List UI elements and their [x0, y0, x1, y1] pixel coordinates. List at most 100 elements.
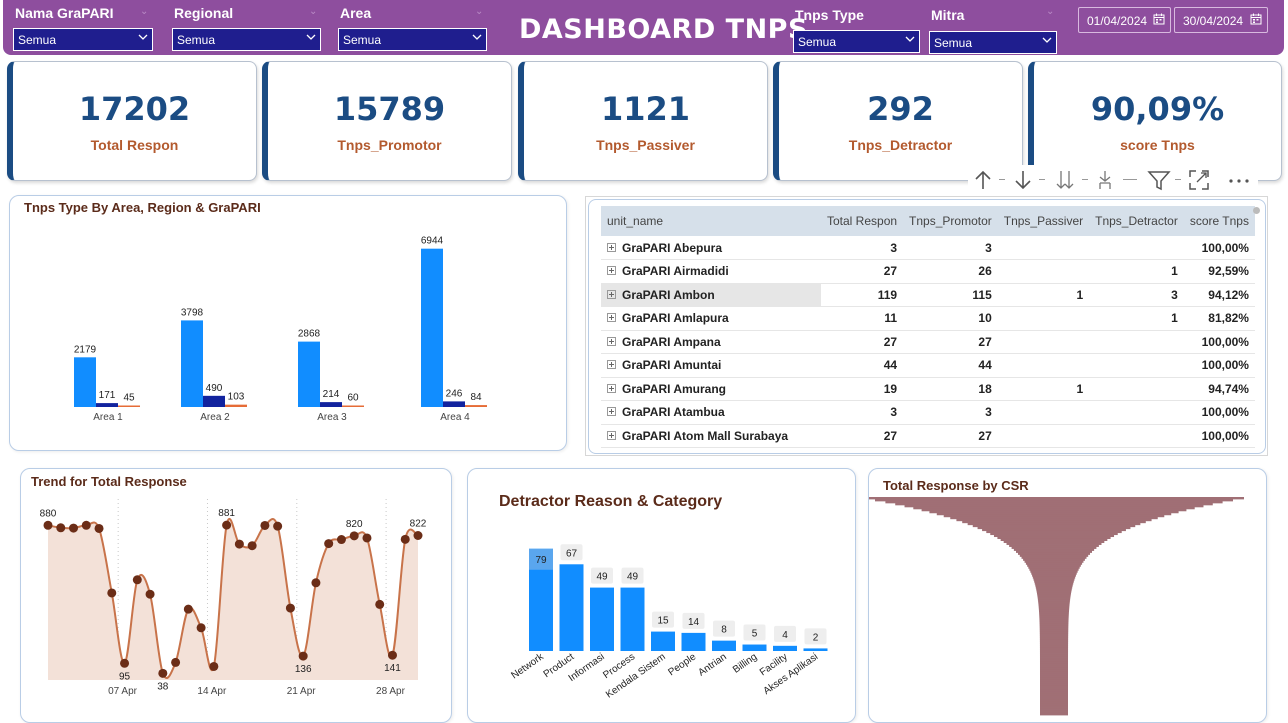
kpi-value: 17202	[78, 90, 191, 128]
toolbar-divider	[1082, 179, 1088, 180]
data-label: 4	[782, 630, 788, 641]
table-row[interactable]: GraPARI Atambua 3 3 100,00%	[601, 400, 1255, 425]
table-cell: 100,00%	[1183, 236, 1255, 260]
regional-dropdown[interactable]: Semua	[172, 28, 321, 51]
bar	[590, 587, 614, 651]
expand-plus-icon[interactable]	[607, 360, 616, 370]
area-dropdown[interactable]: Semua	[338, 28, 487, 51]
expand-hierarchy-icon[interactable]	[1092, 167, 1118, 193]
expand-plus-icon[interactable]	[607, 407, 616, 417]
csr-bar	[1040, 713, 1068, 716]
table-row[interactable]: GraPARI Atom Mall Surabaya 27 27 100,00%	[601, 424, 1255, 448]
chevron-down-icon: ⌄	[1046, 6, 1055, 17]
trend-point	[107, 588, 117, 598]
table-cell: 44	[903, 353, 998, 378]
column-header[interactable]: Tnps_Detractor	[1089, 206, 1184, 236]
nama-grapari-dropdown[interactable]: Semua	[13, 28, 153, 51]
data-label: 3798	[181, 307, 204, 318]
table-cell: 100,00%	[1183, 400, 1255, 425]
unit-name-cell: GraPARI Amlapura	[601, 306, 821, 331]
expand-plus-icon[interactable]	[607, 430, 616, 440]
table-row[interactable]: GraPARI Airmadidi 27 26 1 92,59%	[601, 259, 1255, 284]
double-arrow-down-icon[interactable]	[1052, 167, 1078, 193]
unit-name-text: GraPARI Ampana	[622, 334, 721, 349]
x-tick-label: Area 3	[317, 412, 347, 423]
scrollbar-thumb[interactable]	[1253, 207, 1260, 214]
kpi-label: score Tnps	[1120, 137, 1195, 153]
csr-funnel-chart	[869, 497, 1244, 716]
table-cell: 1	[1089, 259, 1184, 284]
expand-plus-icon[interactable]	[607, 242, 616, 252]
calendar-icon[interactable]	[1250, 13, 1262, 25]
arrow-down-icon[interactable]	[1010, 167, 1036, 193]
table-cell: 11	[821, 306, 904, 331]
column-header[interactable]: Total Respon	[821, 206, 904, 236]
table-row[interactable]: GraPARI Abepura 3 3 100,00%	[601, 236, 1255, 260]
x-tick-label: Network	[509, 651, 546, 682]
trend-point	[69, 523, 79, 533]
point-label: 136	[295, 664, 312, 675]
trend-point	[132, 575, 142, 585]
data-label: 5	[752, 629, 758, 640]
more-options-icon[interactable]	[1226, 167, 1252, 193]
table-row[interactable]: GraPARI Amlapura 11 10 1 81,82%	[601, 306, 1255, 331]
table-cell	[1089, 424, 1184, 448]
end-date-input[interactable]: 30/04/2024	[1174, 7, 1268, 33]
column-header[interactable]: score Tnps	[1183, 206, 1255, 236]
filter-icon[interactable]	[1146, 167, 1172, 193]
trend-point	[324, 539, 334, 549]
table-cell: 3	[903, 400, 998, 425]
table-row[interactable]: GraPARI Ampana 27 27 100,00%	[601, 330, 1255, 354]
start-date-value: 01/04/2024	[1087, 14, 1148, 28]
start-date-input[interactable]: 01/04/2024	[1078, 7, 1171, 33]
expand-plus-icon[interactable]	[607, 313, 616, 323]
unit-name-text: GraPARI Amlapura	[622, 311, 729, 326]
kpi-label: Tnps_Passiver	[596, 137, 695, 153]
focus-mode-icon[interactable]	[1186, 167, 1212, 193]
kpi-card-promotor: 15789 Tnps_Promotor	[262, 61, 512, 181]
table-cell: 10	[903, 306, 998, 331]
column-header[interactable]: unit_name	[601, 206, 821, 236]
toolbar-divider	[999, 179, 1005, 180]
table-row[interactable]: GraPARI Amuntai 44 44 100,00%	[601, 353, 1255, 378]
slicer-area: Area ⌄ Semua	[337, 0, 492, 52]
bar	[443, 401, 465, 407]
expand-plus-icon[interactable]	[607, 336, 616, 346]
column-header[interactable]: Tnps_Promotor	[903, 206, 998, 236]
table-cell: 81,82%	[1183, 306, 1255, 331]
slicer-nama-grapari: Nama GraPARI ⌄ Semua	[12, 0, 157, 52]
kpi-label: Tnps_Detractor	[848, 137, 953, 153]
expand-plus-icon[interactable]	[607, 289, 616, 299]
trend-point	[247, 541, 257, 551]
table-cell: 19	[821, 377, 904, 401]
arrow-up-icon[interactable]	[970, 167, 996, 193]
unit-name-text: GraPARI Atambua	[622, 405, 725, 420]
tnps-type-dropdown[interactable]: Semua	[793, 30, 920, 53]
table-row[interactable]: GraPARI Amurang 19 18 1 94,74%	[601, 377, 1255, 401]
mitra-dropdown[interactable]: Semua	[929, 31, 1057, 54]
data-label: 2	[813, 632, 819, 643]
table-row[interactable]: GraPARI Ambon 119 115 1 3 94,12%	[601, 283, 1255, 307]
trend-point	[81, 520, 91, 530]
trend-point	[234, 539, 244, 549]
chevron-down-icon	[905, 36, 915, 42]
unit-name-text: GraPARI Abepura	[622, 240, 723, 255]
bar	[742, 644, 767, 651]
column-header[interactable]: Tnps_Passiver	[997, 206, 1090, 236]
data-label: 45	[123, 393, 135, 404]
expand-plus-icon[interactable]	[607, 383, 616, 393]
unit-name-cell: GraPARI Ambon	[601, 283, 821, 307]
table-cell: 27	[821, 424, 904, 448]
trend-point	[285, 603, 295, 613]
page-title: DASHBOARD TNPS	[519, 14, 808, 45]
bar	[181, 320, 203, 407]
table-cell: 1	[997, 283, 1090, 307]
trend-point	[43, 520, 53, 530]
table-cell: 1	[1089, 306, 1184, 331]
unit-name-text: GraPARI Amuntai	[622, 358, 722, 373]
dropdown-value: Semua	[798, 35, 837, 49]
calendar-icon[interactable]	[1153, 13, 1165, 25]
header-bar: Nama GraPARI ⌄ Semua Regional ⌄ Semua Ar…	[3, 0, 1284, 55]
point-label: 820	[346, 519, 363, 530]
expand-plus-icon[interactable]	[607, 266, 616, 276]
